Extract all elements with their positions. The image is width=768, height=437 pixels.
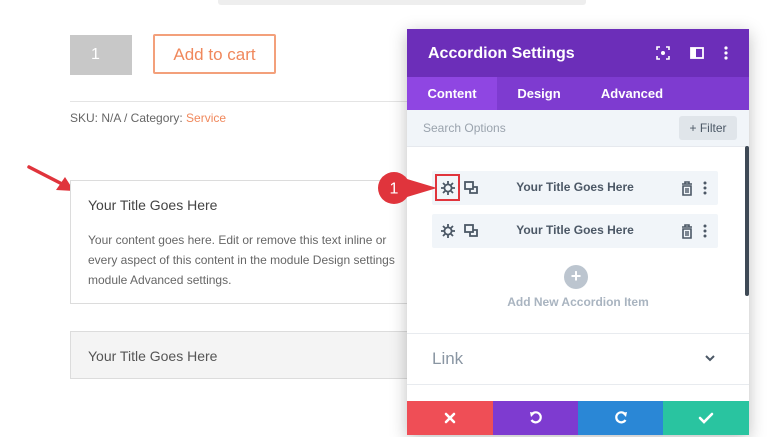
accordion-item[interactable]: Your Title Goes Here bbox=[432, 171, 718, 205]
save-button[interactable] bbox=[663, 401, 749, 435]
accordion-item[interactable]: Your Title Goes Here bbox=[432, 214, 718, 248]
redo-icon bbox=[615, 411, 627, 424]
quantity-input[interactable]: 1 bbox=[70, 35, 132, 75]
preview-accordion-content: Your content goes here. Edit or remove t… bbox=[88, 233, 395, 287]
product-meta-divider bbox=[70, 101, 410, 102]
kebab-icon[interactable] bbox=[696, 179, 714, 197]
kebab-icon[interactable] bbox=[696, 222, 714, 240]
link-section-toggle[interactable]: Link bbox=[432, 349, 463, 369]
preview-accordion-title[interactable]: Your Title Goes Here bbox=[88, 197, 217, 213]
section-divider bbox=[407, 333, 749, 334]
check-icon bbox=[698, 412, 714, 424]
callout-number: 1 bbox=[390, 181, 399, 198]
filter-button[interactable]: + Filter bbox=[679, 116, 737, 140]
search-bar: + Filter bbox=[407, 110, 749, 147]
top-strip bbox=[218, 0, 586, 5]
discard-button[interactable] bbox=[407, 401, 493, 435]
chevron-down-icon[interactable] bbox=[703, 353, 717, 363]
settings-tabs: Content Design Advanced bbox=[407, 77, 749, 110]
focus-icon[interactable] bbox=[654, 44, 672, 62]
undo-button[interactable] bbox=[493, 401, 579, 435]
panel-header[interactable]: Accordion Settings bbox=[407, 29, 749, 77]
more-options-icon[interactable] bbox=[717, 44, 735, 62]
split-view-icon[interactable] bbox=[688, 44, 706, 62]
product-meta: SKU: N/A / Category: Service bbox=[70, 111, 226, 125]
add-new-accordion-item-button[interactable]: Add New Accordion Item bbox=[407, 295, 749, 309]
category-link[interactable]: Service bbox=[186, 111, 226, 125]
panel-footer bbox=[407, 401, 749, 435]
add-to-cart-button[interactable]: Add to cart bbox=[153, 34, 276, 74]
tab-content[interactable]: Content bbox=[407, 77, 497, 110]
step-1-callout: 1 bbox=[378, 172, 437, 204]
trash-icon[interactable] bbox=[678, 222, 696, 240]
search-options-input[interactable] bbox=[423, 118, 663, 138]
undo-icon bbox=[530, 411, 542, 424]
accordion-settings-panel: Accordion Settings Content Design Advanc… bbox=[407, 29, 749, 435]
close-icon bbox=[444, 412, 456, 424]
accordion-item-label: Your Title Goes Here bbox=[516, 223, 634, 237]
section-divider bbox=[407, 384, 749, 385]
trash-icon[interactable] bbox=[678, 179, 696, 197]
add-icon[interactable]: + bbox=[564, 265, 588, 289]
panel-title: Accordion Settings bbox=[428, 45, 575, 62]
tab-design[interactable]: Design bbox=[497, 77, 581, 110]
redo-button[interactable] bbox=[578, 401, 664, 435]
accordion-item-label: Your Title Goes Here bbox=[516, 180, 634, 194]
panel-scrollbar[interactable] bbox=[745, 146, 749, 296]
preview-accordion-open[interactable]: Your Title Goes Here Your content goes h… bbox=[70, 180, 415, 304]
preview-accordion-closed-title[interactable]: Your Title Goes Here bbox=[88, 348, 217, 364]
tab-advanced[interactable]: Advanced bbox=[587, 77, 677, 110]
preview-accordion-closed[interactable]: Your Title Goes Here bbox=[70, 331, 415, 379]
sku-text: SKU: N/A / Category: bbox=[70, 111, 187, 125]
